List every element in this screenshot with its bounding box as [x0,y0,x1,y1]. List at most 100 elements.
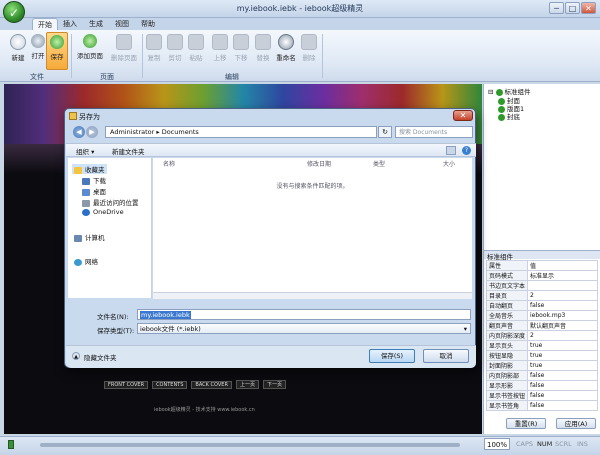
property-value[interactable]: true [527,340,598,351]
filetype-select[interactable]: iebook文件 (*.iebk) ▾ [137,323,471,334]
save-dialog-button[interactable]: 保存(S) [369,349,415,363]
property-row[interactable]: 按钮显隐 true [485,350,598,361]
property-row[interactable]: 显示页头 true [485,340,598,351]
navigation-pane: 收藏夹 下载 桌面 最近访问的位置 OneDrive 计算机 网络 [68,158,152,298]
address-bar[interactable]: Administrator ▸ Documents [105,126,377,138]
property-name: 自动翻页 [485,300,529,311]
refresh-icon[interactable]: ↻ [378,126,392,138]
paste-button[interactable]: 粘贴 [186,32,206,70]
delete-button[interactable]: 删除 [299,32,319,70]
zoom-select[interactable]: 100% [484,438,510,450]
property-value[interactable]: 2 [527,330,598,341]
filename-input[interactable]: my.iebook.iebk [137,309,471,320]
property-value[interactable]: 2 [527,290,598,301]
property-value[interactable]: false [527,380,598,391]
copy-button[interactable]: 复制 [144,32,164,70]
view-icon[interactable] [446,146,456,155]
minimize-button[interactable]: ─ [549,2,564,14]
num-indicator: NUM [537,440,553,448]
tab-generate[interactable]: 生成 [84,18,108,30]
tab-view[interactable]: 视图 [110,18,134,30]
property-row[interactable]: 显示书签按钮 false [485,390,598,401]
properties-grid[interactable]: 属性值 页码模式 标准显示 书边页文字本 目录页 2 自动翻页 false 全局音乐 i… [485,260,598,411]
nav-favorites[interactable]: 收藏夹 [72,164,107,174]
tab-insert[interactable]: 插入 [58,18,82,30]
back-cover-link[interactable]: BACK COVER [191,381,232,389]
prev-page-link[interactable]: 上一页 [235,380,259,389]
property-value[interactable]: false [527,300,598,311]
tree-item[interactable]: 封底 [498,111,520,121]
save-button[interactable]: 保存 [46,32,68,70]
nav-network[interactable]: 网络 [74,256,98,266]
property-row[interactable]: 显示书签角 false [485,400,598,411]
property-value[interactable]: false [527,370,598,381]
column-header-date[interactable]: 修改日期 [307,159,331,168]
nav-computer[interactable]: 计算机 [74,232,105,242]
add-page-button[interactable]: 添加页面 [74,32,106,70]
property-row[interactable]: 页码模式 标准显示 [485,270,598,281]
rename-button[interactable]: 重命名 [274,32,298,70]
property-value[interactable]: 标准显示 [527,270,598,281]
property-row[interactable]: 封面阴影 true [485,360,598,371]
property-value[interactable]: true [527,360,598,371]
back-icon[interactable]: ◀ [73,126,85,138]
app-logo-icon[interactable]: ✓ [3,1,25,23]
ins-indicator: INS [577,440,588,448]
cut-button[interactable]: 剪切 [165,32,185,70]
new-folder-button[interactable]: 新建文件夹 [112,146,145,156]
property-row[interactable]: 翻页声音 默认翻页声音 [485,320,598,331]
property-value[interactable]: false [527,400,598,411]
property-row[interactable]: 内页阴影部 false [485,370,598,381]
next-page-link[interactable]: 下一页 [262,380,286,389]
property-row[interactable]: 显示形影 false [485,380,598,391]
forward-icon[interactable]: ▶ [86,126,98,138]
zoom-slider[interactable] [40,443,460,447]
search-input[interactable]: 搜索 Documents [395,126,473,138]
column-header-type[interactable]: 类型 [373,159,385,168]
chevron-up-icon[interactable]: ▲ [72,352,80,360]
apply-button[interactable]: 应用(A) [556,418,596,429]
hide-folders-toggle[interactable]: 隐藏文件夹 [84,352,117,362]
cut-label: 剪切 [168,54,182,62]
property-value[interactable]: iebook.mp3 [527,310,598,321]
move-down-button[interactable]: 下移 [231,32,251,70]
nav-item-onedrive[interactable]: OneDrive [82,208,124,216]
contents-link[interactable]: CONTENTS [152,381,188,389]
nav-item-desktop[interactable]: 桌面 [82,186,106,196]
property-row[interactable]: 内页阴影深度 2 [485,330,598,341]
dialog-close-button[interactable]: ✕ [453,110,473,121]
close-button[interactable]: ✕ [581,2,596,14]
move-down-icon [233,34,249,50]
property-name: 书边页文字本 [485,280,529,291]
column-header-name[interactable]: 名称 [163,159,175,168]
nav-item-downloads[interactable]: 下载 [82,175,106,185]
horizontal-scrollbar[interactable] [153,292,472,299]
file-list[interactable]: 名称 修改日期 类型 大小 没有与搜索条件匹配的项。 [153,158,472,298]
cancel-button[interactable]: 取消 [423,349,469,363]
dialog-toolbar: 组织 ▾ 新建文件夹 ? [66,143,476,157]
organize-menu[interactable]: 组织 ▾ [76,146,94,156]
property-row[interactable]: 全局音乐 iebook.mp3 [485,310,598,321]
reset-button[interactable]: 重置(R) [506,418,546,429]
property-value[interactable]: true [527,350,598,361]
tab-home[interactable]: 开始 [32,18,58,30]
maximize-button[interactable]: □ [565,2,580,14]
property-value[interactable]: false [527,390,598,401]
column-header-size[interactable]: 大小 [443,159,455,168]
delete-icon [301,34,317,50]
zoom-slider-thumb[interactable] [8,440,14,449]
nav-item-recent[interactable]: 最近访问的位置 [82,197,139,207]
property-value[interactable] [527,280,598,291]
property-row[interactable]: 自动翻页 false [485,300,598,311]
help-icon[interactable]: ? [462,146,471,155]
property-row[interactable]: 目录页 2 [485,290,598,301]
property-row[interactable]: 书边页文字本 [485,280,598,291]
tab-help[interactable]: 帮助 [136,18,160,30]
front-cover-link[interactable]: FRONT COVER [104,381,149,389]
delete-page-button[interactable]: 删除页面 [108,32,140,70]
move-up-button[interactable]: 上移 [210,32,230,70]
move-down-label: 下移 [234,54,248,62]
save-as-dialog: 另存为 ✕ ◀ ▶ Administrator ▸ Documents ↻ 搜索… [64,108,476,368]
property-value[interactable]: 默认翻页声音 [527,320,598,331]
replace-button[interactable]: 替换 [253,32,273,70]
